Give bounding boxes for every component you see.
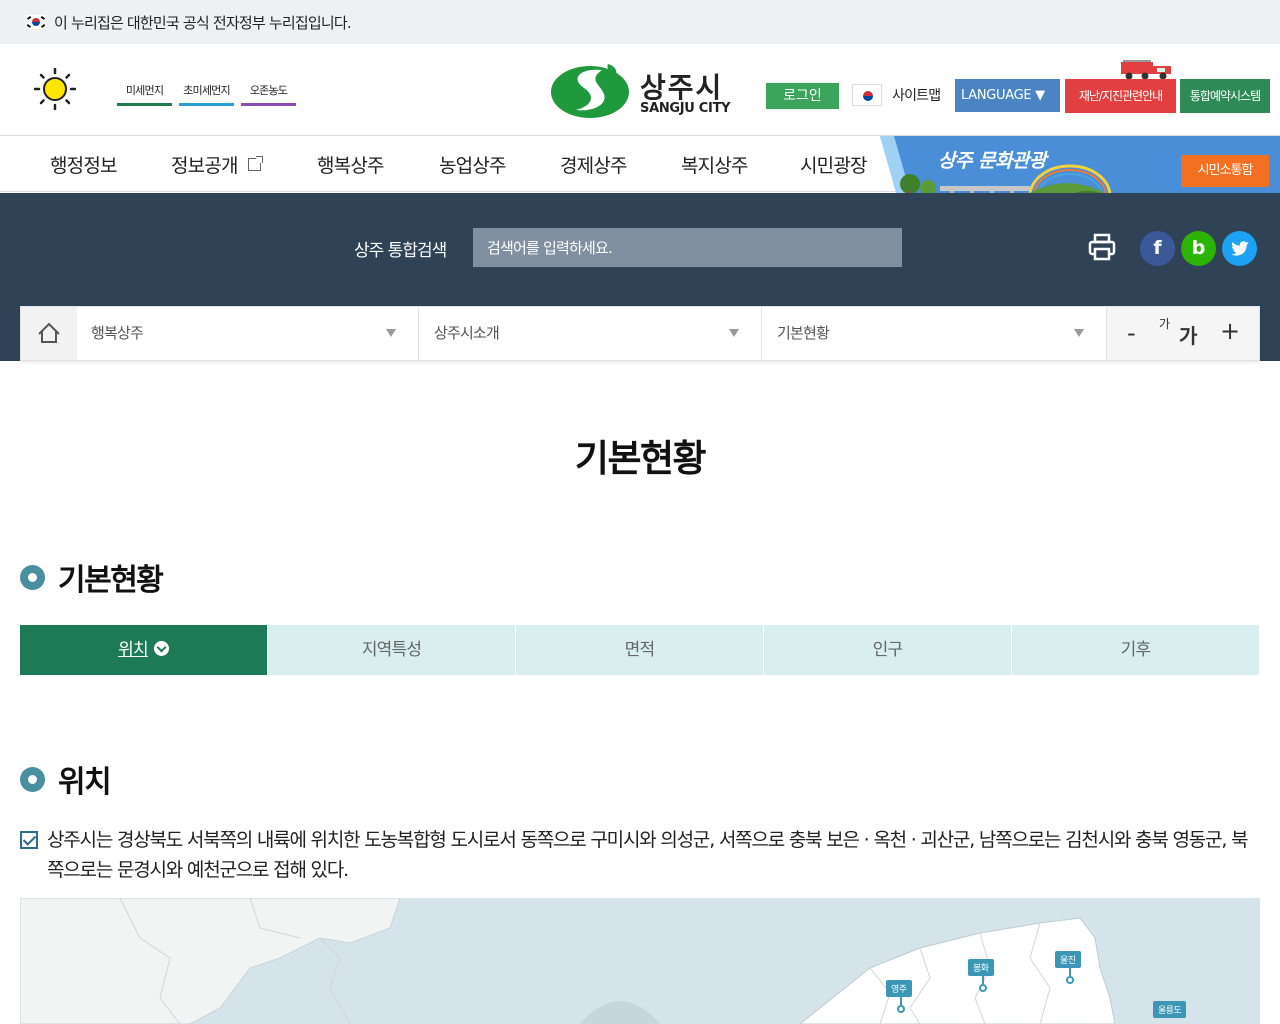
- sangju-logo[interactable]: 상주시 SANGJU CITY: [550, 60, 740, 120]
- breadcrumb-level2-select[interactable]: 상주시소개: [420, 307, 762, 360]
- breadcrumb-level1-label: 행복상주: [91, 324, 144, 342]
- map-pin-stem: [900, 997, 902, 1005]
- gov-banner: 이 누리집은 대한민국 공식 전자정부 누리집입니다.: [0, 0, 1280, 44]
- dropdown-arrow-icon: [386, 329, 396, 337]
- map-pin-label: 영주: [886, 980, 912, 997]
- disaster-info-button[interactable]: 재난/지진관련안내: [1065, 79, 1176, 113]
- map-pin-dot: [897, 1005, 905, 1013]
- facebook-icon[interactable]: f: [1140, 231, 1175, 266]
- sangju-s-logo-icon: [551, 64, 629, 118]
- breadcrumb-level2-label: 상주시소개: [434, 324, 500, 342]
- map-pin-ulleungdo[interactable]: 울릉도: [1153, 1001, 1187, 1018]
- page-title: 기본현황: [574, 437, 707, 480]
- twitter-icon[interactable]: [1222, 231, 1257, 266]
- nav-welfare[interactable]: 복지상주: [681, 151, 749, 178]
- reservation-system-button[interactable]: 통합예약시스템: [1180, 79, 1270, 113]
- login-button[interactable]: 로그인: [766, 83, 839, 109]
- checkbox-icon: [20, 831, 38, 849]
- korea-flag-icon: [852, 84, 882, 106]
- tab-climate[interactable]: 기후: [1012, 625, 1259, 675]
- search-label: 상주 통합검색: [354, 241, 447, 261]
- tab-population[interactable]: 인구: [764, 625, 1012, 675]
- map-pin-label: 봉화: [968, 959, 994, 976]
- language-button[interactable]: LANGUAGE ▼: [955, 79, 1060, 112]
- logo-subtitle: SANGJU CITY: [640, 101, 731, 116]
- sun-icon[interactable]: [34, 68, 76, 110]
- map-pin-bonghwa[interactable]: 봉화: [968, 959, 994, 992]
- map-pin-label: 울릉도: [1153, 1001, 1187, 1018]
- map-pin-yeongju[interactable]: 영주: [886, 980, 912, 1013]
- check-circle-icon: [153, 641, 169, 656]
- firetruck-icon: [1121, 60, 1171, 80]
- breadcrumb-level1-select[interactable]: 행복상주: [77, 307, 419, 360]
- sitemap-link[interactable]: 사이트맵: [852, 84, 941, 106]
- main-navigation: 행정정보 정보공개 행복상주 농업상주 경제상주 복지상주 시민광장 상주 문화…: [0, 136, 1280, 206]
- nav-admin-info[interactable]: 행정정보: [50, 151, 118, 178]
- ultrafine-dust-link[interactable]: 초미세먼지: [179, 82, 234, 106]
- map-pin-dot: [1066, 976, 1074, 984]
- external-link-icon: [247, 156, 263, 171]
- korea-flag-icon: [26, 15, 46, 29]
- font-size-controls: - 가 가 +: [1107, 307, 1259, 360]
- citizen-communication-button[interactable]: 시민소통함: [1181, 155, 1269, 187]
- tab-regional-characteristics[interactable]: 지역특성: [268, 625, 516, 675]
- breadcrumb-level3-select[interactable]: 기본현황: [763, 307, 1107, 360]
- section-title-location-label: 위치: [58, 765, 112, 800]
- location-map: 영주 봉화 울진 울릉도: [20, 898, 1260, 1024]
- breadcrumb: 행복상주 상주시소개 기본현황 - 가 가 +: [20, 306, 1260, 361]
- section-title-overview-label: 기본현황: [58, 563, 164, 598]
- section-title-overview: 기본현황: [20, 555, 164, 599]
- sitemap-label: 사이트맵: [892, 88, 941, 104]
- banner-title: 상주 문화관광: [938, 150, 1047, 172]
- breadcrumb-level3-label: 기본현황: [777, 324, 830, 342]
- map-pin-stem: [1069, 968, 1071, 976]
- dropdown-arrow-icon: [1074, 329, 1084, 337]
- nav-economy[interactable]: 경제상주: [560, 151, 628, 178]
- map-pin-uljin[interactable]: 울진: [1055, 951, 1081, 984]
- nav-agriculture[interactable]: 농업상주: [439, 151, 507, 178]
- map-pin-label: 울진: [1055, 951, 1081, 968]
- ozone-link[interactable]: 오존농도: [241, 82, 296, 106]
- home-icon[interactable]: [21, 307, 77, 360]
- print-icon[interactable]: [1087, 232, 1117, 262]
- location-description-text: 상주시는 경상북도 서북쪽의 내륙에 위치한 도농복합형 도시로서 동쪽으로 구…: [47, 829, 1249, 881]
- map-pin-dot: [979, 984, 987, 992]
- fine-dust-link[interactable]: 미세먼지: [117, 82, 172, 106]
- font-decrease-button[interactable]: -: [1127, 319, 1136, 347]
- nav-info-disclosure-label: 정보공개: [171, 155, 239, 177]
- bullet-icon: [20, 766, 45, 792]
- location-description: 상주시는 경상북도 서북쪽의 내륙에 위치한 도농복합형 도시로서 동쪽으로 구…: [20, 825, 1260, 885]
- font-reset-button[interactable]: 가: [1179, 320, 1197, 349]
- overview-tabs: 위치 지역특성 면적 인구 기후: [20, 625, 1259, 675]
- bullet-icon: [20, 564, 45, 590]
- dropdown-arrow-icon: [729, 329, 739, 337]
- logo-title: 상주시: [640, 71, 724, 104]
- font-increase-button[interactable]: +: [1220, 317, 1240, 345]
- nav-info-disclosure[interactable]: 정보공개: [171, 151, 263, 178]
- air-quality-links: 미세먼지 초미세먼지 오존농도: [117, 82, 296, 106]
- map-pin-stem: [982, 976, 984, 984]
- nav-happy-sangju[interactable]: 행복상주: [317, 151, 385, 178]
- blog-icon[interactable]: b: [1181, 231, 1216, 266]
- font-reset-small-label[interactable]: 가: [1159, 315, 1170, 332]
- site-header: 미세먼지 초미세먼지 오존농도 상주시 SANGJU CITY 로그인 사이트맵…: [0, 44, 1280, 136]
- tab-location[interactable]: 위치: [20, 625, 268, 675]
- gov-banner-text: 이 누리집은 대한민국 공식 전자정부 누리집입니다.: [54, 13, 352, 32]
- section-title-location: 위치: [20, 757, 112, 801]
- search-input[interactable]: [473, 228, 902, 267]
- tab-location-label: 위치: [118, 640, 148, 660]
- tab-area[interactable]: 면적: [516, 625, 764, 675]
- nav-citizen-plaza[interactable]: 시민광장: [800, 151, 868, 178]
